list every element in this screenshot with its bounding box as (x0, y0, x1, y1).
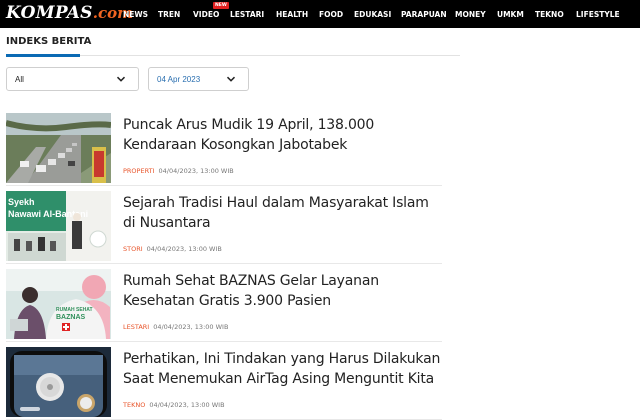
article-category[interactable]: PROPERTI (123, 167, 155, 175)
nav-item-health[interactable]: HEALTH (276, 0, 308, 28)
nav-item-money[interactable]: MONEY (455, 0, 486, 28)
article-meta: PROPERTI 04/04/2023, 13:00 WIB (123, 167, 234, 175)
article-date: 04/04/2023, 13:00 WIB (149, 401, 225, 409)
article-meta: LESTARI 04/04/2023, 13:00 WIB (123, 323, 228, 331)
article-category[interactable]: LESTARI (123, 323, 149, 331)
article-date: 04/04/2023, 13:00 WIB (146, 245, 222, 253)
nav-item-umkm[interactable]: UMKM (497, 0, 524, 28)
nav-item-edukasi[interactable]: EDUKASI (354, 0, 391, 28)
article-title[interactable]: Puncak Arus Mudik 19 April, 138.000 Kend… (123, 115, 443, 155)
article-title[interactable]: Rumah Sehat BAZNAS Gelar Layanan Kesehat… (123, 271, 443, 311)
article-item[interactable]: Puncak Arus Mudik 19 April, 138.000 Kend… (6, 113, 442, 186)
article-thumbnail-health[interactable]: RUMAH SEHAT BAZNAS (6, 269, 111, 339)
thumb-text-line-2: BAZNAS (56, 314, 85, 321)
nav-item-tren[interactable]: TREN (158, 0, 180, 28)
article-thumbnail-highway[interactable] (6, 113, 111, 183)
nav-item-news[interactable]: NEWS (123, 0, 148, 28)
article-category[interactable]: TEKNO (123, 401, 145, 409)
top-navbar: KOMPAS .com NEWS TREN VIDEO NEW LESTARI H… (0, 0, 640, 28)
date-select-value: 04 Apr 2023 (157, 74, 201, 84)
article-meta: TEKNO 04/04/2023, 13:00 WIB (123, 401, 225, 409)
page-title: INDEKS BERITA (6, 36, 92, 47)
logo-name: KOMPAS (6, 3, 93, 23)
nav-item-parapuan[interactable]: PARAPUAN (401, 0, 447, 28)
article-date: 04/04/2023, 13:00 WIB (158, 167, 234, 175)
article-thumbnail-event[interactable]: Syekh Nawawi Al-Bantani (6, 191, 111, 261)
page-title-bar: INDEKS BERITA (6, 30, 460, 57)
category-select-value: All (15, 74, 24, 84)
chevron-down-icon (226, 76, 236, 82)
date-select[interactable]: 04 Apr 2023 (148, 67, 249, 91)
thumb-text-line-1: RUMAH SEHAT (56, 307, 93, 313)
kompas-logo[interactable]: KOMPAS .com (6, 3, 133, 25)
nav-item-video[interactable]: VIDEO NEW (193, 0, 229, 28)
article-date: 04/04/2023, 13:00 WIB (153, 323, 229, 331)
title-underline (6, 54, 80, 57)
new-badge: NEW (213, 2, 229, 9)
chevron-down-icon (116, 76, 126, 82)
article-category[interactable]: STORI (123, 245, 143, 253)
nav-item-food[interactable]: FOOD (319, 0, 343, 28)
category-select[interactable]: All (6, 67, 139, 91)
article-thumbnail-airtag[interactable] (6, 347, 111, 417)
article-item[interactable]: RUMAH SEHAT BAZNAS Rumah Sehat BAZNAS Ge… (6, 269, 442, 342)
article-meta: STORI 04/04/2023, 13:00 WIB (123, 245, 222, 253)
nav-item-lifestyle[interactable]: LIFESTYLE (576, 0, 620, 28)
nav-item-video-label: VIDEO (193, 9, 220, 19)
article-title[interactable]: Sejarah Tradisi Haul dalam Masyarakat Is… (123, 193, 443, 233)
article-title[interactable]: Perhatikan, Ini Tindakan yang Harus Dila… (123, 349, 443, 389)
article-item[interactable]: Syekh Nawawi Al-Bantani Sejarah Tradisi … (6, 191, 442, 264)
nav-item-lestari[interactable]: LESTARI (230, 0, 264, 28)
thumb-text-line-1: Syekh (8, 197, 35, 207)
nav-item-tekno[interactable]: TEKNO (535, 0, 564, 28)
article-item[interactable]: Perhatikan, Ini Tindakan yang Harus Dila… (6, 347, 442, 420)
